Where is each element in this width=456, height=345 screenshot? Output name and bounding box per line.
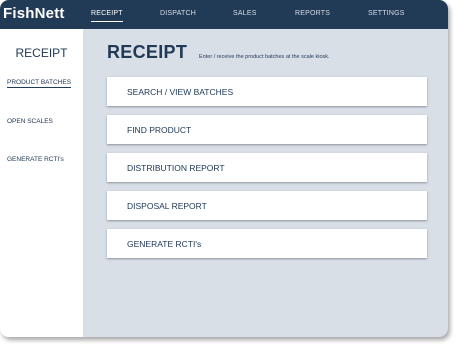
sidebar-item-generate-rctis[interactable]: GENERATE RCTI's xyxy=(7,156,64,163)
top-navigation-bar: FishNett RECEIPT DISPATCH SALES REPORTS … xyxy=(0,0,448,29)
nav-tab-label: DISPATCH xyxy=(160,10,196,17)
action-card-label: SEARCH / VIEW BATCHES xyxy=(127,87,234,97)
app-logo: FishNett xyxy=(3,5,65,22)
action-card-label: DISTRIBUTION REPORT xyxy=(127,163,225,173)
action-card-disposal-report[interactable]: DISPOSAL REPORT xyxy=(107,191,427,220)
action-card-search-view-batches[interactable]: SEARCH / VIEW BATCHES xyxy=(107,77,427,106)
nav-tab-settings[interactable]: SETTINGS xyxy=(368,10,405,17)
sidebar-item-product-batches[interactable]: PRODUCT BATCHES xyxy=(7,79,72,88)
nav-tab-label: SALES xyxy=(233,10,257,17)
sidebar: RECEIPT PRODUCT BATCHES OPEN SCALES GENE… xyxy=(0,29,83,337)
nav-tab-reports[interactable]: REPORTS xyxy=(295,10,330,17)
nav-tab-label: REPORTS xyxy=(295,10,331,17)
sidebar-item-open-scales[interactable]: OPEN SCALES xyxy=(7,118,53,125)
nav-tab-sales[interactable]: SALES xyxy=(233,10,257,17)
page-subtitle: Enter / receive the product batches at t… xyxy=(199,54,330,60)
action-card-find-product[interactable]: FIND PRODUCT xyxy=(107,115,427,144)
nav-tab-receipt[interactable]: RECEIPT xyxy=(91,10,123,22)
app-window: FishNett RECEIPT DISPATCH SALES REPORTS … xyxy=(0,0,448,337)
page-title: RECEIPT xyxy=(107,42,188,62)
action-card-label: GENERATE RCTI's xyxy=(127,239,202,249)
sidebar-title: RECEIPT xyxy=(15,46,68,60)
action-card-generate-rctis[interactable]: GENERATE RCTI's xyxy=(107,229,427,258)
action-card-label: FIND PRODUCT xyxy=(127,125,192,135)
active-tab-underline xyxy=(91,21,123,22)
nav-tab-label: SETTINGS xyxy=(368,10,405,17)
action-card-distribution-report[interactable]: DISTRIBUTION REPORT xyxy=(107,153,427,182)
nav-tab-dispatch[interactable]: DISPATCH xyxy=(160,10,196,17)
nav-tab-label: RECEIPT xyxy=(91,10,123,17)
action-card-label: DISPOSAL REPORT xyxy=(127,201,207,211)
